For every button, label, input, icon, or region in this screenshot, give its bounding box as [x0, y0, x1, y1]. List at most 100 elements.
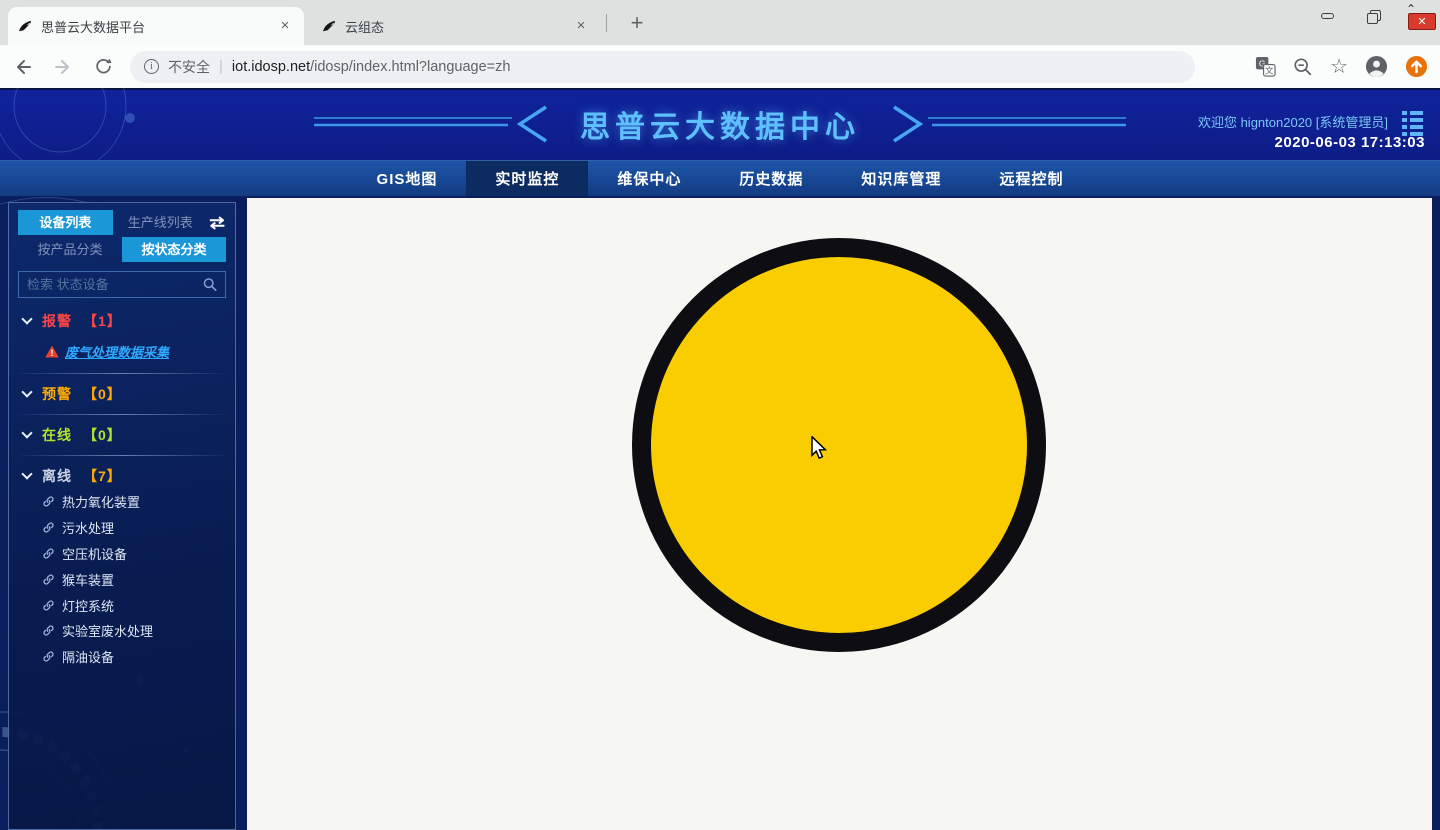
group-count: 【0】 — [83, 425, 122, 445]
tree-group-alarm[interactable]: 报警 【1】 — [18, 308, 226, 334]
back-button[interactable] — [6, 50, 40, 84]
disconnected-icon — [42, 573, 55, 586]
window-controls: ⌃ ✕ — [1314, 2, 1432, 30]
device-label: 隔油设备 — [62, 647, 114, 666]
status-circle-shape[interactable] — [642, 248, 1037, 643]
reload-icon — [94, 57, 113, 76]
welcome-user-label: 欢迎您 hignton2020 [系统管理员] — [1198, 112, 1388, 131]
device-item-offline[interactable]: 灯控系统 — [18, 592, 226, 618]
page-info-icon[interactable]: i — [144, 59, 159, 74]
site-favicon-icon — [322, 19, 337, 34]
status-circle[interactable] — [632, 238, 1046, 652]
disconnected-icon — [42, 547, 55, 560]
nav-item-history-data[interactable]: 历史数据 — [710, 161, 832, 196]
window-restore-button[interactable] — [1360, 4, 1386, 28]
title-decor-left — [314, 102, 564, 146]
device-search-box — [18, 271, 226, 298]
tab-close-icon[interactable]: × — [276, 17, 294, 35]
tab-title: 云组态 — [345, 17, 564, 36]
disconnected-icon — [42, 521, 55, 534]
url-path: /idosp/index.html?language=zh — [310, 59, 510, 75]
chevron-down-icon[interactable] — [21, 386, 32, 397]
tab-separator — [606, 14, 607, 32]
tree-group-warning[interactable]: 预警 【0】 — [18, 381, 226, 407]
tab-by-product[interactable]: 按产品分类 — [18, 237, 122, 262]
search-icon[interactable] — [203, 277, 217, 292]
alarm-device-link[interactable]: 废气处理数据采集 — [65, 342, 169, 361]
device-item-offline[interactable]: 猴车装置 — [18, 566, 226, 592]
page-title: 思普云大数据中心 — [580, 102, 860, 146]
tree-group-online[interactable]: 在线 【0】 — [18, 422, 226, 448]
mouse-cursor — [810, 436, 830, 460]
group-label: 在线 — [42, 425, 72, 445]
tree-group-offline[interactable]: 离线 【7】 — [18, 463, 226, 489]
browser-tab-platform[interactable]: 思普云大数据平台 × — [8, 7, 304, 45]
chevron-down-icon[interactable] — [21, 313, 32, 324]
device-item-offline[interactable]: 实验室废水处理 — [18, 618, 226, 644]
window-minimize-button[interactable] — [1314, 4, 1340, 28]
browser-update-icon[interactable] — [1405, 55, 1428, 78]
chevron-down-icon[interactable] — [21, 427, 32, 438]
group-count: 【1】 — [83, 311, 122, 331]
security-label[interactable]: 不安全 — [168, 57, 210, 77]
device-item-offline[interactable]: 热力氧化装置 — [18, 489, 226, 515]
svg-text:!: ! — [51, 348, 54, 358]
device-search-input[interactable] — [27, 277, 203, 292]
reload-button[interactable] — [86, 50, 120, 84]
device-label: 污水处理 — [62, 518, 114, 537]
current-datetime: 2020-06-03 17:13:03 — [1275, 134, 1425, 151]
sidebar-filter-tabs: 按产品分类 按状态分类 — [18, 237, 226, 262]
nav-item-knowledge-base[interactable]: 知识库管理 — [832, 161, 970, 196]
tab-by-status[interactable]: 按状态分类 — [122, 237, 226, 262]
back-arrow-icon — [13, 57, 33, 77]
bookmark-star-icon[interactable]: ☆ — [1330, 57, 1348, 77]
tree-divider — [20, 373, 224, 374]
zoom-out-icon[interactable] — [1293, 57, 1313, 77]
browser-tab-scada[interactable]: 云组态 × — [312, 7, 600, 45]
nav-item-realtime-monitor[interactable]: 实时监控 — [466, 161, 588, 196]
minimize-icon — [1321, 13, 1334, 19]
warning-icon: ! — [45, 345, 59, 358]
forward-arrow-icon — [53, 57, 73, 77]
group-label: 预警 — [42, 384, 72, 404]
nav-item-remote-control[interactable]: 远程控制 — [970, 161, 1092, 196]
device-label: 空压机设备 — [62, 544, 127, 563]
new-tab-button[interactable]: + — [622, 8, 652, 38]
group-count: 【0】 — [83, 384, 122, 404]
tree-divider — [20, 455, 224, 456]
group-label: 报警 — [42, 311, 72, 331]
nav-item-gis-map[interactable]: GIS地图 — [348, 161, 467, 196]
browser-tab-strip: 思普云大数据平台 × 云组态 × + ⌃ ✕ — [0, 0, 1440, 45]
device-item-alarm[interactable]: ! 废气处理数据采集 — [18, 336, 226, 366]
restore-icon — [1367, 10, 1379, 22]
tab-close-icon[interactable]: × — [572, 17, 590, 35]
url-host: iot.idosp.net — [232, 59, 310, 75]
chevron-down-icon[interactable] — [21, 468, 32, 479]
web-page: 思普云大数据中心 欢迎您 hignton2020 [系统管理员] 2020-06… — [0, 88, 1440, 830]
translate-icon[interactable]: G文 — [1255, 56, 1276, 77]
group-label: 离线 — [42, 466, 72, 486]
browser-toolbar: i 不安全 | iot.idosp.net/idosp/index.html?l… — [0, 45, 1440, 88]
device-item-offline[interactable]: 污水处理 — [18, 515, 226, 541]
tab-device-list[interactable]: 设备列表 — [18, 210, 113, 235]
tab-title: 思普云大数据平台 — [41, 17, 268, 36]
url-separator: | — [219, 58, 223, 75]
address-bar[interactable]: i 不安全 | iot.idosp.net/idosp/index.html?l… — [130, 51, 1195, 83]
disconnected-icon — [42, 495, 55, 508]
device-item-offline[interactable]: 隔油设备 — [18, 644, 226, 670]
window-close-button[interactable]: ⌃ ✕ — [1406, 4, 1432, 28]
nav-item-maintenance-center[interactable]: 维保中心 — [588, 161, 710, 196]
forward-button[interactable] — [46, 50, 80, 84]
title-decor-right — [876, 102, 1126, 146]
profile-avatar-icon[interactable] — [1365, 55, 1388, 78]
disconnected-icon — [42, 624, 55, 637]
sidebar-list-tabs: 设备列表 生产线列表 — [18, 210, 226, 235]
swap-icon[interactable] — [208, 215, 226, 231]
tab-production-line-list[interactable]: 生产线列表 — [113, 210, 208, 235]
scada-canvas — [247, 198, 1432, 830]
device-label: 猴车装置 — [62, 570, 114, 589]
close-icon: ✕ — [1408, 13, 1436, 30]
disconnected-icon — [42, 650, 55, 663]
device-label: 实验室废水处理 — [62, 621, 153, 640]
device-item-offline[interactable]: 空压机设备 — [18, 541, 226, 567]
